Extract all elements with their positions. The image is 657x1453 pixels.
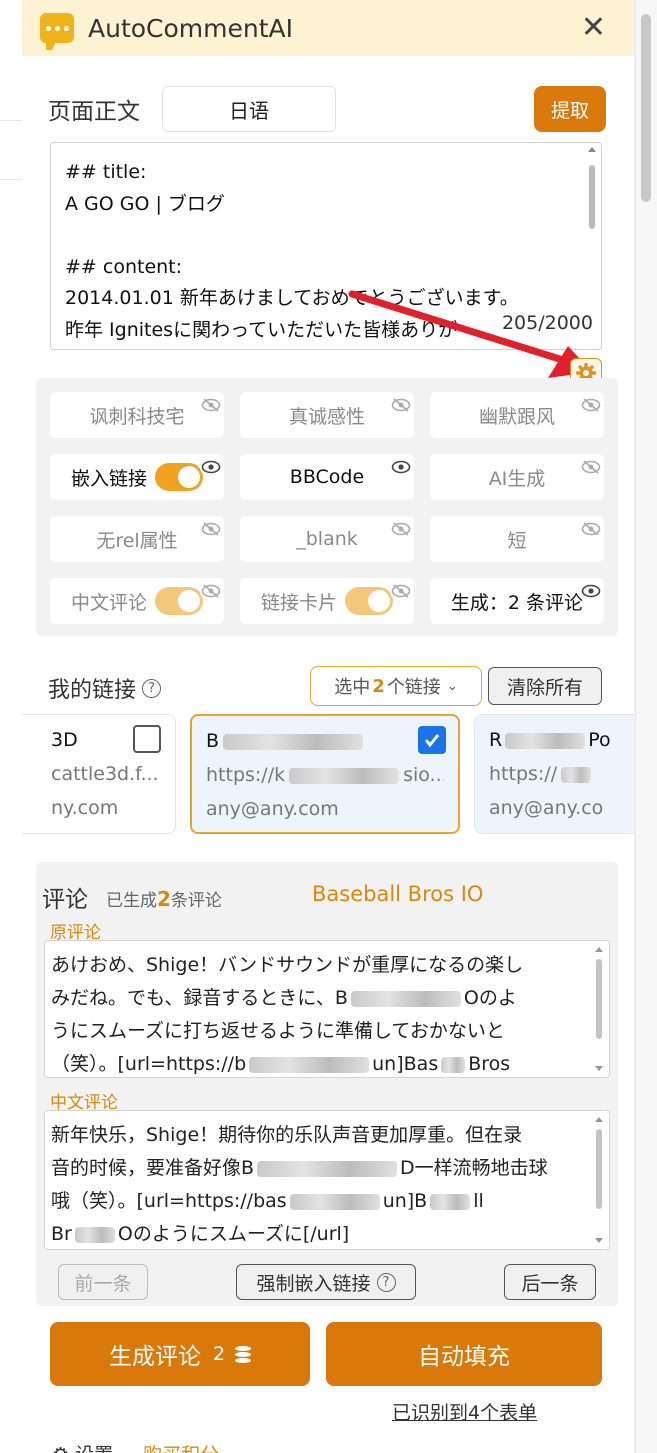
char-counter: 205/2000 [495, 307, 593, 339]
option-short[interactable]: 短 [430, 516, 604, 562]
extension-panel: AutoCommentAI ✕ 页面正文 日语 提取 ## title: A G… [22, 0, 634, 1453]
detected-forms-link[interactable]: 已识别到4个表单 [392, 1398, 537, 1425]
links-header: 我的链接? 选中 2 个链接 ⌄ 清除所有 [48, 666, 604, 706]
option-sincere[interactable]: 真诚感性 [240, 392, 414, 438]
option-link-card[interactable]: 链接卡片 [240, 578, 414, 624]
background-page [0, 0, 22, 1453]
embed-link-toggle[interactable] [155, 463, 203, 491]
next-comment-button[interactable]: 后一条 [504, 1264, 596, 1300]
generate-comments-button[interactable]: 生成评论 2 [50, 1322, 310, 1386]
page-scrollbar[interactable] [635, 0, 657, 1453]
previous-comment-button[interactable]: 前一条 [58, 1264, 148, 1300]
content-line: A GO GO | ブログ [65, 192, 225, 215]
content-line: ## content: [65, 255, 183, 278]
comment-scrollbar[interactable] [593, 945, 605, 1073]
footer-bar: ⚙ 设置 购买积分 [52, 1440, 219, 1453]
coins-icon [235, 1345, 252, 1363]
clear-all-button[interactable]: 清除所有 [488, 667, 602, 705]
eye-off-icon[interactable] [200, 518, 222, 540]
option-no-rel[interactable]: 无rel属性 [50, 516, 224, 562]
eye-icon[interactable] [200, 456, 222, 478]
comment-target-name: Baseball Bros IO [312, 882, 484, 906]
eye-off-icon[interactable] [580, 394, 602, 416]
option-blank-target[interactable]: _blank [240, 516, 414, 562]
page-content-row: 页面正文 日语 提取 [48, 86, 606, 132]
extract-button[interactable]: 提取 [534, 86, 606, 132]
comments-section: 评论 已生成2条评论 Baseball Bros IO 原评论 あけおめ、Shi… [36, 862, 618, 1306]
autofill-button[interactable]: 自动填充 [326, 1322, 602, 1386]
eye-icon[interactable] [390, 456, 412, 478]
comments-title: 评论 [42, 887, 88, 913]
link-card-toggle[interactable] [345, 587, 393, 615]
option-bbcode[interactable]: BBCode [240, 454, 414, 500]
eye-icon[interactable] [580, 580, 602, 602]
language-select[interactable]: 日语 [162, 86, 336, 132]
option-generate-count[interactable]: 生成：2 条评论 [430, 578, 604, 624]
my-links-title: 我的链接? [48, 672, 162, 704]
scrollbar-thumb[interactable] [641, 14, 651, 202]
help-icon: ? [376, 1272, 396, 1292]
eye-off-icon[interactable] [200, 394, 222, 416]
page-content-textarea[interactable]: ## title: A GO GO | ブログ ## content: 2014… [50, 142, 602, 350]
eye-off-icon[interactable] [390, 518, 412, 540]
chinese-comment-textarea[interactable]: 新年快乐，Shige！期待你的乐队声音更加厚重。但在录 音的时候，要准备好像B D… [44, 1110, 610, 1250]
original-comment-textarea[interactable]: あけおめ、Shige！バンドサウンドが重厚になるの楽し みだね。でも、録音すると… [44, 940, 610, 1078]
link-checkbox[interactable] [133, 725, 161, 753]
comment-scrollbar[interactable] [593, 1115, 605, 1245]
option-humor[interactable]: 幽默跟风 [430, 392, 604, 438]
option-ai-generated[interactable]: AI生成 [430, 454, 604, 500]
page-content-label: 页面正文 [48, 99, 140, 125]
eye-off-icon[interactable] [200, 580, 222, 602]
comments-count: 已生成2条评论 [106, 887, 222, 911]
options-grid: 讽刺科技宅 真诚感性 幽默跟风 嵌入链接 BBCode AI生成 无rel属性 … [36, 378, 618, 636]
eye-off-icon[interactable] [580, 518, 602, 540]
link-card[interactable]: 3D cattle3d.f... ny.com [22, 714, 176, 834]
settings-link[interactable]: ⚙ 设置 [52, 1440, 113, 1453]
chevron-down-icon: ⌄ [446, 678, 458, 694]
eye-off-icon[interactable] [390, 580, 412, 602]
eye-off-icon[interactable] [580, 456, 602, 478]
link-checkbox-checked[interactable] [418, 726, 446, 754]
chinese-comment-toggle[interactable] [155, 587, 203, 615]
option-embed-link[interactable]: 嵌入链接 [50, 454, 224, 500]
close-icon[interactable]: ✕ [581, 10, 606, 45]
link-card-selected[interactable]: B https://k sio... any@any.com [190, 714, 460, 834]
help-icon[interactable]: ? [142, 678, 162, 698]
eye-off-icon[interactable] [390, 394, 412, 416]
option-sarcastic-geek[interactable]: 讽刺科技宅 [50, 392, 224, 438]
link-card[interactable]: R Po https:// any@any.co [474, 714, 634, 834]
link-cards-carousel[interactable]: 3D cattle3d.f... ny.com B https://k sio..… [22, 714, 634, 836]
panel-header: AutoCommentAI ✕ [22, 0, 634, 56]
chat-bubble-logo-icon [40, 13, 74, 50]
force-embed-link-button[interactable]: 强制嵌入链接? [236, 1264, 416, 1300]
buy-credits-link[interactable]: 购买积分 [143, 1440, 219, 1453]
selected-links-dropdown[interactable]: 选中 2 个链接 ⌄ [310, 666, 482, 706]
option-chinese-comment[interactable]: 中文评论 [50, 578, 224, 624]
content-line: ## title: [65, 161, 147, 183]
check-icon [424, 734, 440, 748]
app-title: AutoCommentAI [88, 13, 294, 43]
content-line [65, 220, 587, 252]
